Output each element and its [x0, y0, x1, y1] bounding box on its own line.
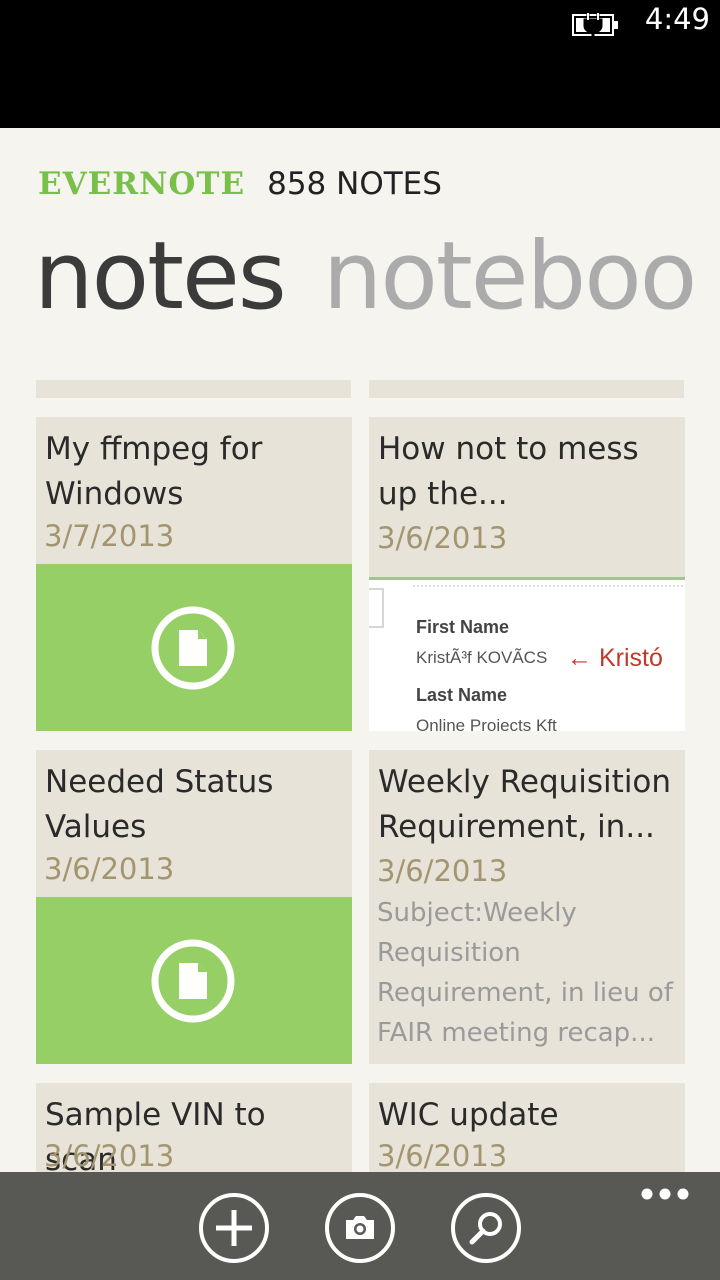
status-bar: 4:49 — [0, 0, 720, 128]
note-tile[interactable]: Weekly Requisition Requirement, in... 3/… — [369, 750, 685, 1064]
clock: 4:49 — [644, 2, 710, 36]
preview-annotation: ← Kristó — [567, 644, 663, 672]
pivot-header: notes noteboo — [34, 222, 697, 332]
note-date: 3/6/2013 — [44, 852, 175, 886]
note-title: Needed Status Values — [45, 764, 274, 845]
notes-count: 858 NOTES — [267, 166, 442, 202]
note-snippet: Subject:Weekly Requisition Requirement, … — [377, 898, 673, 1048]
pivot-item-notebooks[interactable]: noteboo — [323, 222, 697, 331]
preview-label-first-name: First Name — [416, 617, 509, 637]
note-tile-partial[interactable] — [36, 380, 351, 398]
note-tile[interactable]: My ffmpeg for Windows 3/7/2013 — [36, 417, 352, 731]
note-date: 3/6/2013 — [377, 521, 508, 555]
note-tile[interactable]: How not to mess up the... 3/6/2013 First… — [369, 417, 685, 731]
note-date: 3/7/2013 — [44, 519, 175, 553]
document-icon — [151, 606, 235, 690]
camera-button[interactable] — [324, 1192, 396, 1264]
note-title: Weekly Requisition Requirement, in... — [378, 764, 672, 845]
preview-value-last-name: Online Projects Kft — [416, 716, 557, 731]
battery-charging-icon — [572, 12, 618, 38]
note-date: 3/6/2013 — [377, 1139, 508, 1173]
more-options-icon[interactable] — [640, 1186, 690, 1202]
app-bar — [0, 1172, 720, 1280]
evernote-logo: EVERNOTE — [38, 166, 246, 202]
preview-label-last-name: Last Name — [416, 685, 507, 705]
note-date: 3/6/2013 — [377, 854, 508, 888]
note-preview-document — [36, 564, 352, 731]
note-title: WIC update — [378, 1097, 559, 1133]
note-tile-partial[interactable] — [369, 380, 684, 398]
note-preview-image: First Name KristÃ³f KOVÃCS ← Kristó Last… — [369, 577, 685, 731]
preview-value-first-name: KristÃ³f KOVÃCS — [416, 648, 547, 667]
pivot-item-notes[interactable]: notes — [34, 222, 287, 331]
screenshot-thumbnail: First Name KristÃ³f KOVÃCS ← Kristó Last… — [369, 577, 685, 731]
note-preview-document — [36, 897, 352, 1064]
note-title: My ffmpeg for Windows — [45, 431, 263, 512]
note-tile[interactable]: Needed Status Values 3/6/2013 — [36, 750, 352, 1064]
search-button[interactable] — [450, 1192, 522, 1264]
document-icon — [151, 939, 235, 1023]
add-note-button[interactable] — [198, 1192, 270, 1264]
note-title: How not to mess up the... — [378, 431, 639, 512]
app-header: EVERNOTE 858 NOTES — [38, 164, 442, 204]
note-date: 3/6/2013 — [44, 1139, 175, 1173]
